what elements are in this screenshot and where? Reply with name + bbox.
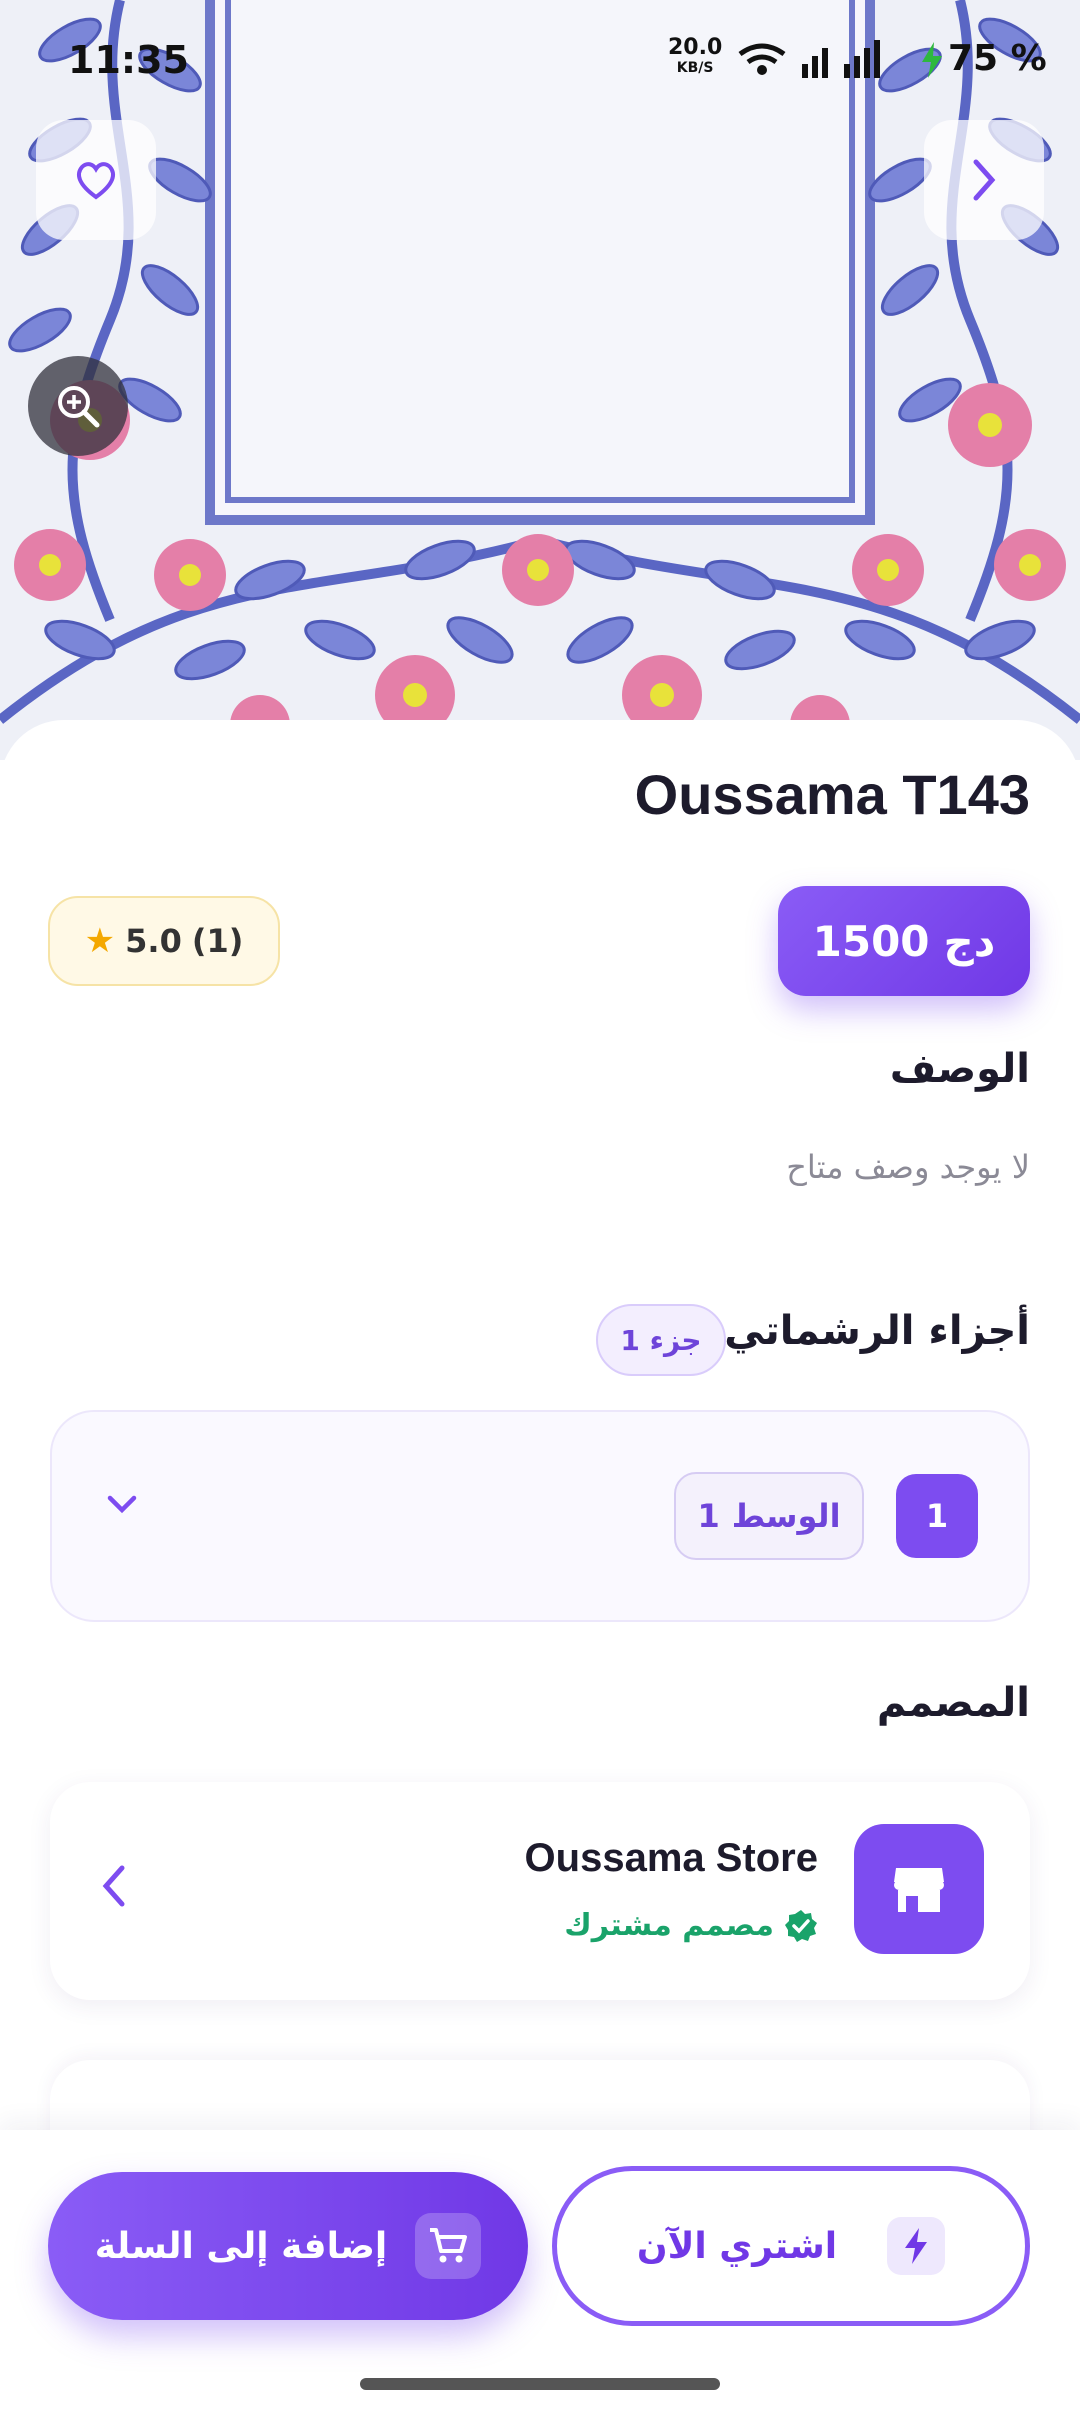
chevron-down-icon[interactable] (104, 1492, 140, 1516)
price-currency: دج (943, 916, 996, 966)
add-to-cart-label: إضافة إلى السلة (94, 2225, 388, 2267)
star-icon: ★ (84, 921, 116, 961)
add-to-cart-button[interactable]: إضافة إلى السلة (48, 2172, 528, 2320)
part-label: الوسط (731, 1497, 841, 1535)
favorite-button[interactable] (36, 120, 156, 240)
network-speed: 20.0 KB/S (668, 35, 723, 78)
cart-icon (430, 2228, 468, 2263)
rating-value: 5.0 (125, 922, 182, 960)
status-time: 11:35 (68, 38, 189, 82)
parts-count-badge: 1 جزء (596, 1304, 726, 1376)
part-chip: الوسط 1 (674, 1472, 864, 1560)
parts-heading: أجزاء الرشماتي (724, 1308, 1030, 1354)
designer-name: Oussama Store (524, 1836, 818, 1880)
parts-list[interactable]: 1 الوسط 1 (50, 1410, 1030, 1622)
chevron-left-icon (102, 1865, 125, 1907)
part-index: 1 (896, 1474, 978, 1558)
designer-subtitle: مصمم مشترك (564, 1908, 774, 1943)
product-title: Oussama T143 (634, 763, 1030, 826)
status-bar: 11:35 20.0 KB/S 75 % (0, 0, 1080, 120)
part-count: 1 (697, 1497, 720, 1535)
description-heading: الوصف (889, 1046, 1030, 1092)
description-text: لا يوجد وصف متاح (786, 1148, 1030, 1186)
verified-icon (785, 1909, 817, 1942)
heart-icon (77, 162, 115, 200)
price-tag: 1500 دج (778, 886, 1030, 996)
network-speed-unit: KB/S (676, 60, 714, 76)
chevron-right-icon (973, 159, 996, 201)
zoom-button[interactable] (28, 356, 128, 456)
battery-level: 75 % (948, 38, 1047, 79)
rating-badge[interactable]: ★ 5.0 (1) (48, 896, 280, 986)
next-image-button[interactable] (924, 120, 1044, 240)
signal-icons (738, 40, 880, 78)
price-value: 1500 (812, 916, 930, 966)
lightning-icon (905, 2228, 928, 2264)
lightning-icon-box (887, 2217, 946, 2275)
zoom-in-icon (58, 386, 100, 428)
store-icon (894, 1868, 944, 1912)
network-speed-value: 20.0 (668, 35, 723, 60)
buy-now-button[interactable]: اشتري الآن (552, 2166, 1030, 2326)
designer-card[interactable]: Oussama Store مصمم مشترك (50, 1782, 1030, 2000)
designer-status: مصمم مشترك (564, 1908, 818, 1943)
charging-icon (922, 42, 942, 78)
home-indicator[interactable] (360, 2378, 720, 2390)
rating-count: (1) (191, 922, 244, 960)
designer-heading: المصمم (876, 1680, 1030, 1726)
buy-now-label: اشتري الآن (636, 2225, 838, 2267)
store-avatar (854, 1824, 984, 1954)
cart-icon-box (415, 2213, 482, 2279)
action-bar: إضافة إلى السلة اشتري الآن (0, 2130, 1080, 2412)
